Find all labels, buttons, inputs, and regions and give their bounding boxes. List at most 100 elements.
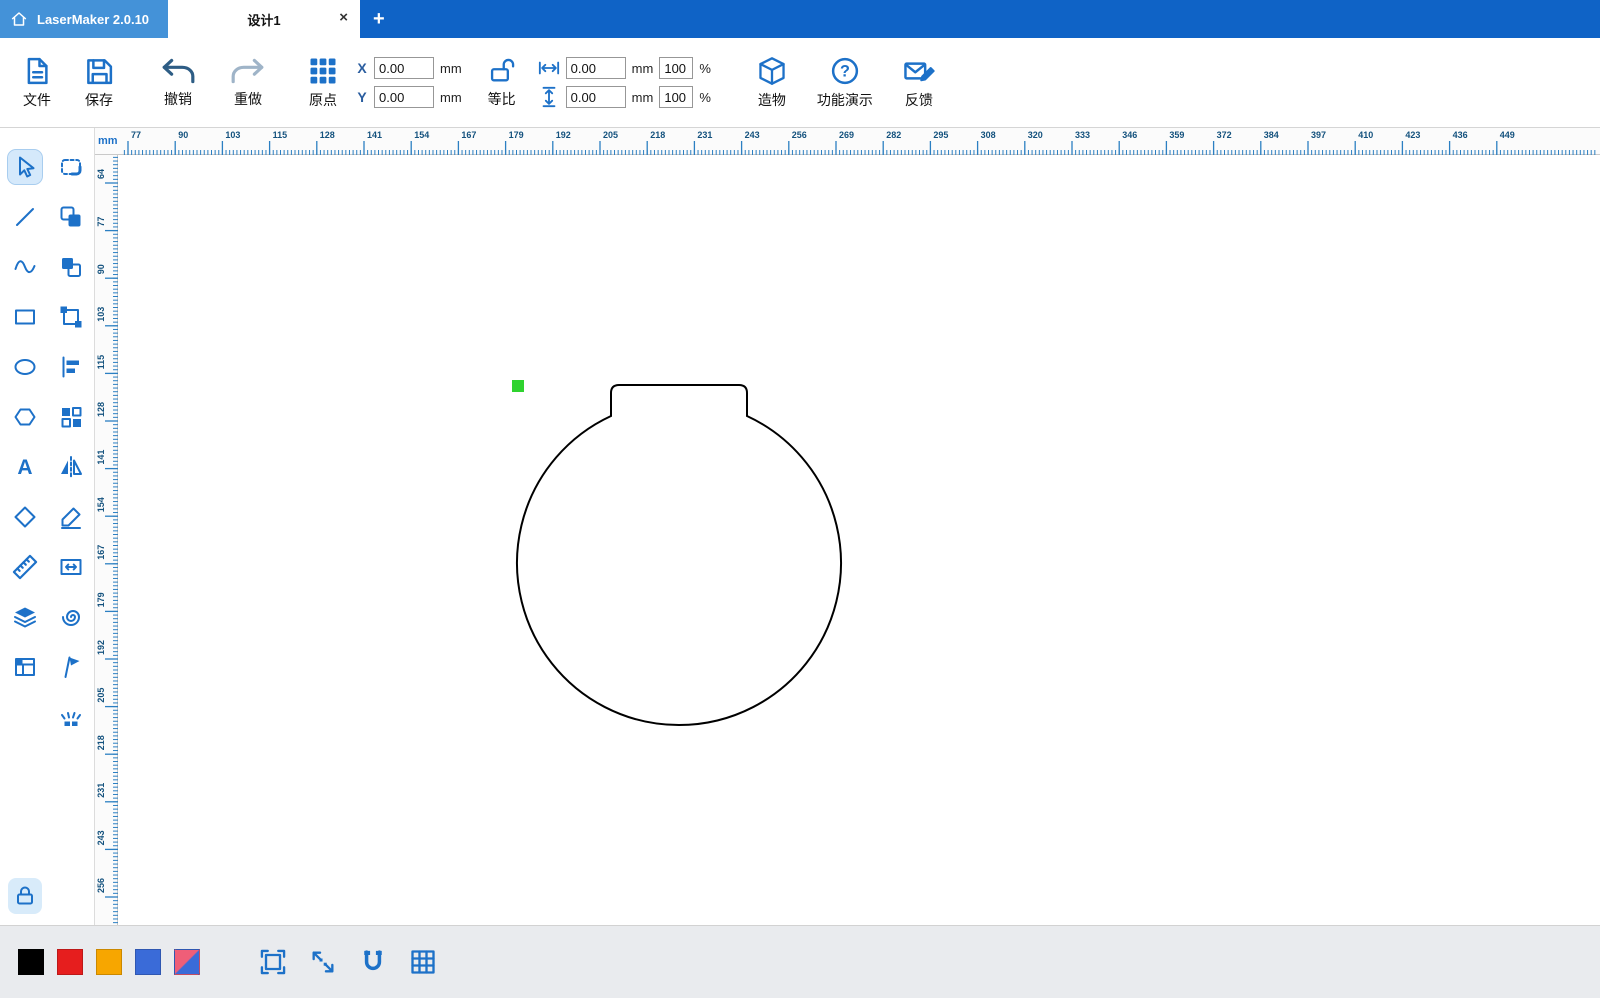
- tool-ruler[interactable]: [8, 550, 42, 584]
- cube-icon: [759, 56, 785, 85]
- tool-text[interactable]: A: [8, 450, 42, 484]
- svg-text:A: A: [17, 456, 32, 479]
- height-percent-input[interactable]: [659, 86, 694, 108]
- height-icon: [542, 86, 556, 108]
- tool-spray[interactable]: [54, 700, 88, 734]
- tool-polygon[interactable]: [8, 400, 42, 434]
- svg-text:410: 410: [1358, 130, 1373, 140]
- selection-origin-marker[interactable]: [512, 380, 524, 392]
- tool-align-left[interactable]: [54, 350, 88, 384]
- tab-close-button[interactable]: ×: [339, 10, 348, 25]
- frame-button[interactable]: [259, 948, 287, 976]
- select-cursor-icon: [19, 156, 35, 178]
- node-edit-icon: [61, 507, 81, 529]
- svg-text:243: 243: [96, 830, 106, 845]
- svg-text:397: 397: [1311, 130, 1326, 140]
- app-window: LaserMaker 2.0.10 设计1 × + 文件 保存 撤销 重做 原点…: [0, 0, 1600, 998]
- new-tab-button[interactable]: +: [360, 0, 398, 38]
- ruler-icon: [12, 554, 38, 580]
- svg-text:167: 167: [96, 545, 106, 560]
- svg-text:115: 115: [96, 355, 106, 370]
- tool-page-curl[interactable]: [54, 600, 88, 634]
- undo-label: 撤销: [164, 90, 192, 107]
- svg-text:103: 103: [96, 307, 106, 322]
- height-unit: mm: [631, 89, 654, 105]
- tab-design1[interactable]: 设计1 ×: [168, 0, 360, 38]
- toolbar: 文件 保存 撤销 重做 原点 X 0.00 mm Y 0.00 mm 等比 0.…: [0, 38, 1600, 128]
- tool-line[interactable]: [8, 200, 42, 234]
- svg-text:384: 384: [1264, 130, 1279, 140]
- fit-view-button[interactable]: [309, 948, 337, 976]
- app-home[interactable]: LaserMaker 2.0.10: [0, 0, 168, 38]
- create-label: 造物: [757, 91, 786, 108]
- page-curl-icon: [62, 610, 80, 626]
- swatch-blue[interactable]: [135, 949, 161, 975]
- tool-eraser[interactable]: [8, 500, 42, 534]
- tool-layers[interactable]: [8, 600, 42, 634]
- svg-text:218: 218: [650, 130, 665, 140]
- svg-text:282: 282: [886, 130, 901, 140]
- position-fields: X mm Y mm: [356, 57, 462, 108]
- tool-group[interactable]: [54, 300, 88, 334]
- tag-shape-outline[interactable]: [516, 384, 842, 726]
- width-percent-input[interactable]: [659, 57, 694, 79]
- width-icon: [538, 61, 559, 75]
- tool-weld[interactable]: [54, 200, 88, 234]
- spray-icon: [61, 712, 81, 726]
- svg-text:?: ?: [840, 62, 850, 80]
- swatch-gradient[interactable]: [174, 949, 200, 975]
- bottombar: [0, 925, 1600, 998]
- grid-button[interactable]: [409, 948, 437, 976]
- save-button[interactable]: 保存: [84, 56, 114, 110]
- svg-text:179: 179: [509, 130, 524, 140]
- feedback-button[interactable]: 反馈: [903, 56, 935, 110]
- tool-rectangle[interactable]: [8, 300, 42, 334]
- height-input[interactable]: [565, 86, 626, 108]
- x-input[interactable]: [374, 57, 434, 79]
- magnet-button[interactable]: [359, 948, 387, 976]
- tool-tile[interactable]: [54, 400, 88, 434]
- save-label: 保存: [85, 91, 113, 108]
- width-input[interactable]: [565, 57, 626, 79]
- width-percent-sign: %: [699, 60, 711, 76]
- tool-node-edit[interactable]: [54, 500, 88, 534]
- tool-dimension[interactable]: [54, 550, 88, 584]
- ratio-lock-button[interactable]: 等比: [488, 57, 516, 109]
- swatch-orange[interactable]: [96, 949, 122, 975]
- copy-icon: [62, 258, 81, 277]
- swatch-red[interactable]: [57, 949, 83, 975]
- demo-button[interactable]: ? 功能演示: [817, 56, 873, 110]
- tool-mirror[interactable]: [54, 450, 88, 484]
- svg-text:103: 103: [225, 130, 240, 140]
- svg-text:115: 115: [273, 130, 288, 140]
- undo-button[interactable]: 撤销: [160, 57, 196, 109]
- tool-ellipse[interactable]: [8, 350, 42, 384]
- tool-lock[interactable]: [8, 878, 42, 914]
- svg-text:359: 359: [1169, 130, 1184, 140]
- svg-text:231: 231: [96, 783, 106, 798]
- tool-curve[interactable]: [8, 250, 42, 284]
- y-label: Y: [357, 89, 367, 105]
- svg-text:269: 269: [839, 130, 854, 140]
- redo-button[interactable]: 重做: [230, 57, 266, 109]
- tool-select[interactable]: [7, 149, 43, 185]
- tool-copy[interactable]: [54, 250, 88, 284]
- tool-marquee-select[interactable]: [54, 150, 88, 184]
- magnet-icon: [364, 950, 382, 971]
- ellipse-icon: [14, 359, 36, 375]
- design-canvas[interactable]: [118, 155, 1600, 925]
- size-fields: mm % mm %: [538, 57, 711, 108]
- create-button[interactable]: 造物: [757, 56, 787, 110]
- svg-text:333: 333: [1075, 130, 1090, 140]
- tool-artboard[interactable]: [8, 650, 42, 684]
- svg-text:205: 205: [603, 130, 618, 140]
- origin-button[interactable]: 原点: [308, 56, 338, 110]
- mirror-icon: [61, 456, 82, 478]
- svg-text:154: 154: [96, 497, 106, 512]
- swatch-black[interactable]: [18, 949, 44, 975]
- artboard-icon: [15, 658, 35, 676]
- file-button[interactable]: 文件: [22, 56, 52, 110]
- svg-text:192: 192: [96, 640, 106, 655]
- tool-flag[interactable]: [54, 650, 88, 684]
- y-input[interactable]: [374, 86, 434, 108]
